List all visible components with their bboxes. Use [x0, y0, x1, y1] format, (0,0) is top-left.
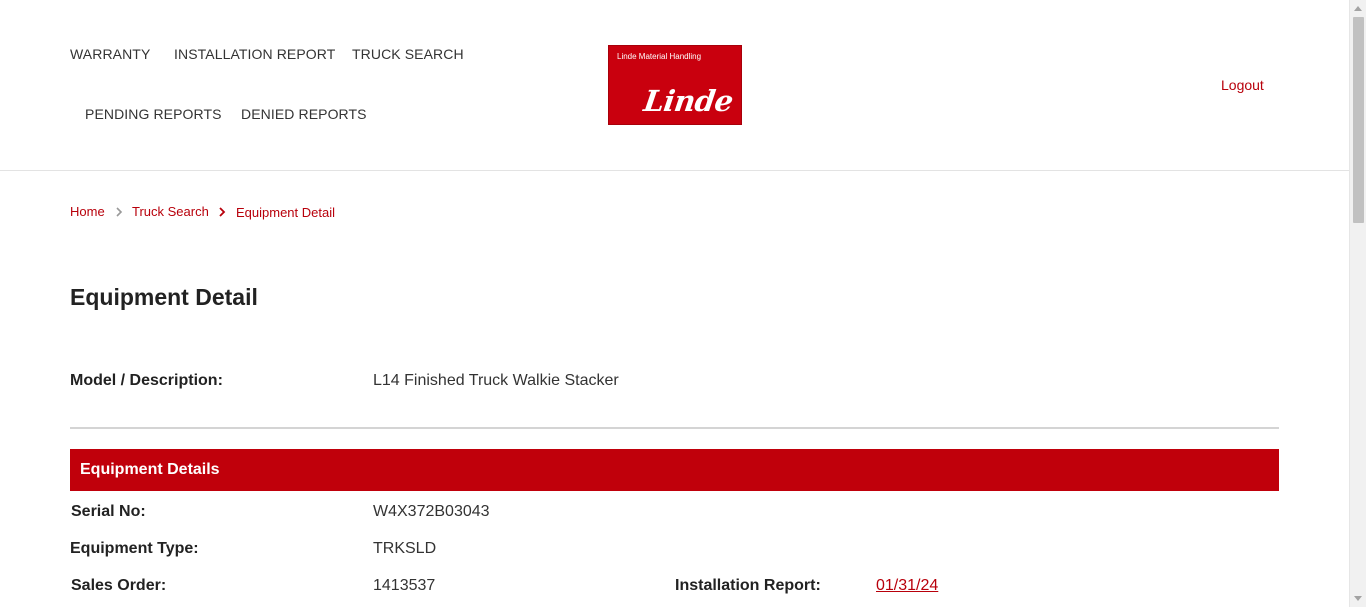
vertical-scrollbar[interactable]	[1349, 0, 1366, 607]
model-value: L14 Finished Truck Walkie Stacker	[373, 372, 619, 389]
equipment-details-header: Equipment Details	[70, 449, 1279, 491]
sales-order-label: Sales Order:	[71, 577, 167, 594]
nav-installation-report[interactable]: INSTALLATION REPORT	[174, 46, 335, 62]
breadcrumb-home[interactable]: Home	[70, 204, 105, 219]
logo-wordmark: Linde	[641, 84, 736, 118]
chevron-right-icon	[116, 207, 123, 217]
serial-label: Serial No:	[71, 503, 146, 520]
installation-report-label: Installation Report:	[675, 577, 821, 594]
page-title: Equipment Detail	[70, 284, 258, 310]
chevron-right-icon	[219, 207, 226, 217]
logo-tagline: Linde Material Handling	[617, 52, 702, 61]
nav-warranty[interactable]: WARRANTY	[70, 46, 150, 62]
scroll-down-icon[interactable]	[1354, 596, 1362, 601]
nav-pending-reports[interactable]: PENDING REPORTS	[85, 106, 222, 122]
linde-logo[interactable]: Linde Material Handling Linde	[608, 45, 742, 125]
sales-order-value: 1413537	[373, 577, 436, 594]
site-header: WARRANTY INSTALLATION REPORT TRUCK SEARC…	[0, 0, 1349, 171]
equipment-type-label: Equipment Type:	[70, 540, 199, 557]
section-title: Equipment Details	[80, 461, 220, 478]
page: WARRANTY INSTALLATION REPORT TRUCK SEARC…	[0, 0, 1349, 607]
scroll-thumb[interactable]	[1353, 17, 1364, 223]
serial-value: W4X372B03043	[373, 503, 490, 520]
breadcrumb-truck-search[interactable]: Truck Search	[132, 204, 209, 219]
breadcrumb-current: Equipment Detail	[236, 205, 335, 220]
model-label: Model / Description:	[70, 372, 223, 389]
logout-link[interactable]: Logout	[1221, 77, 1264, 93]
scroll-up-icon[interactable]	[1354, 6, 1362, 11]
divider	[70, 427, 1279, 429]
nav-denied-reports[interactable]: DENIED REPORTS	[241, 106, 367, 122]
nav-truck-search[interactable]: TRUCK SEARCH	[352, 46, 464, 62]
equipment-type-value: TRKSLD	[373, 540, 437, 557]
installation-report-link[interactable]: 01/31/24	[876, 577, 938, 595]
